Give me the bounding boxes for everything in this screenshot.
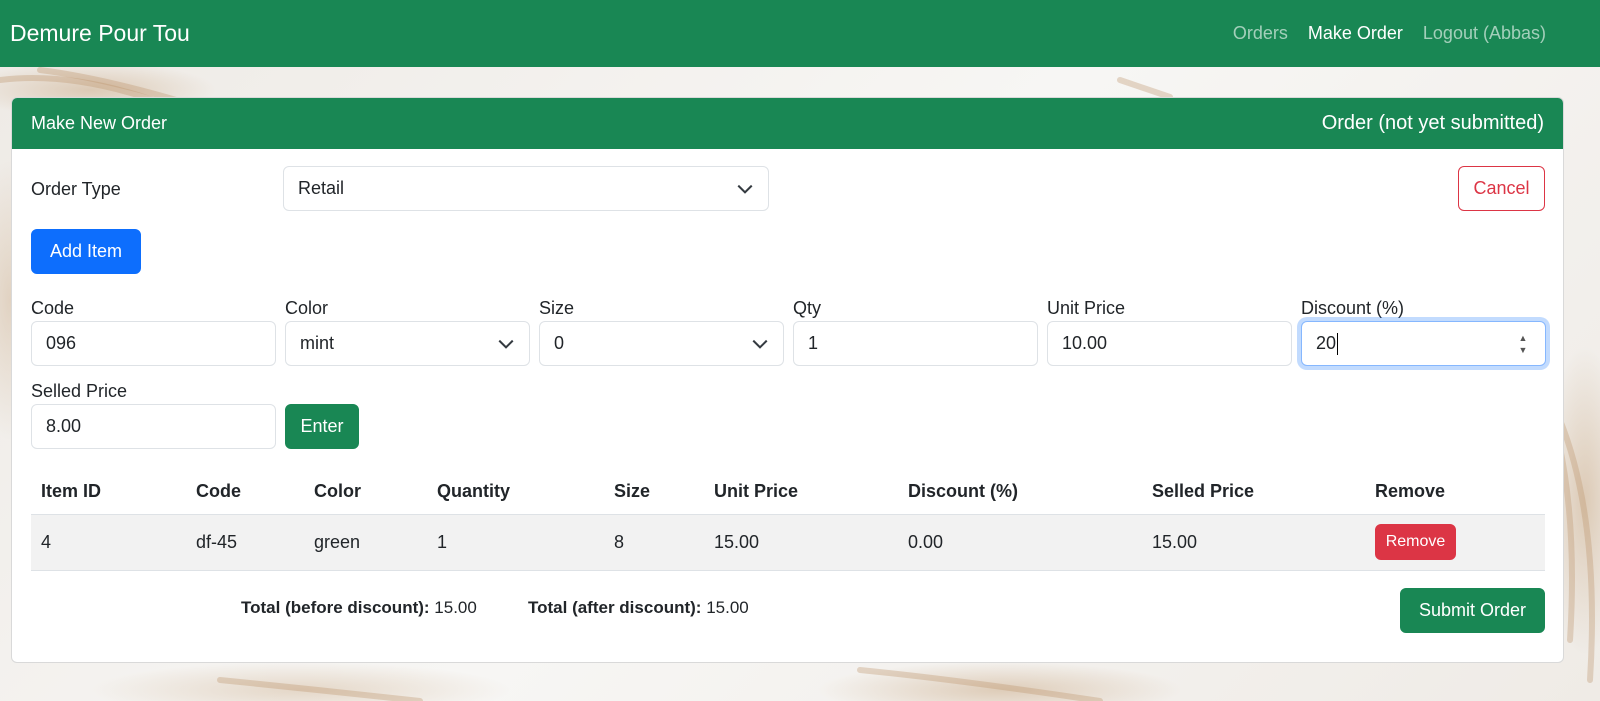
column-header: Discount (%) (898, 470, 1142, 515)
discount-input[interactable]: 20 ▲ ▼ (1301, 321, 1546, 366)
top-navbar: Demure Pour Tou Orders Make Order Logout… (0, 0, 1600, 67)
total-before-discount: Total (before discount): 15.00 (241, 598, 477, 618)
total-before-value: 15.00 (434, 598, 477, 617)
selled-price-label: Selled Price (31, 381, 128, 401)
spinner-arrows-icon[interactable]: ▲ ▼ (1517, 332, 1529, 356)
code-input[interactable]: 096 (31, 321, 276, 366)
size-label: Size (539, 298, 575, 318)
submit-order-button[interactable]: Submit Order (1400, 588, 1545, 633)
nav-link-orders[interactable]: Orders (1223, 23, 1298, 44)
text-caret (1337, 332, 1339, 355)
chevron-down-icon (737, 184, 753, 194)
qty-input[interactable]: 1 (793, 321, 1038, 366)
discount-value: 20 (1316, 333, 1337, 353)
nav-links: Orders Make Order Logout (Abbas) (1223, 23, 1556, 44)
color-select[interactable]: mint (285, 321, 530, 366)
cell-discount: 0.00 (898, 514, 1142, 571)
order-items-table: Item ID Code Color Quantity Size Unit Pr… (31, 470, 1545, 571)
brand-logo[interactable]: Demure Pour Tou (10, 20, 190, 47)
table-row: 4 df-45 green 1 8 15.00 0.00 15.00 Remov… (31, 514, 1545, 571)
cell-code: df-45 (186, 514, 304, 571)
make-order-card: Make New Order Order (not yet submitted)… (11, 97, 1564, 663)
column-header: Unit Price (704, 470, 898, 515)
enter-button[interactable]: Enter (285, 404, 359, 449)
cell-remove: Remove (1365, 514, 1545, 571)
color-value: mint (300, 333, 335, 353)
column-header: Remove (1365, 470, 1545, 515)
column-header: Quantity (427, 470, 604, 515)
remove-button[interactable]: Remove (1375, 524, 1456, 560)
cell-unit-price: 15.00 (704, 514, 898, 571)
chevron-down-icon (752, 339, 768, 349)
table-header-row: Item ID Code Color Quantity Size Unit Pr… (31, 470, 1545, 515)
selled-price-input[interactable]: 8.00 (31, 404, 276, 449)
cell-item-id: 4 (31, 514, 186, 571)
unit-price-input[interactable]: 10.00 (1047, 321, 1292, 366)
order-status: Order (not yet submitted) (1321, 112, 1544, 134)
order-type-select[interactable]: Retail (283, 166, 769, 211)
total-before-label: Total (before discount): (241, 598, 430, 617)
cell-color: green (304, 514, 427, 571)
cancel-button[interactable]: Cancel (1458, 166, 1545, 211)
total-after-label: Total (after discount): (528, 598, 702, 617)
column-header: Size (604, 470, 704, 515)
nav-link-make-order[interactable]: Make Order (1298, 23, 1413, 44)
color-label: Color (285, 298, 329, 318)
qty-label: Qty (793, 298, 822, 318)
total-after-value: 15.00 (706, 598, 749, 617)
column-header: Code (186, 470, 304, 515)
size-select[interactable]: 0 (539, 321, 784, 366)
cell-size: 8 (604, 514, 704, 571)
card-title: Make New Order (31, 113, 168, 133)
cell-selled-price: 15.00 (1142, 514, 1365, 571)
card-header: Make New Order Order (not yet submitted) (12, 98, 1563, 149)
add-item-button[interactable]: Add Item (31, 229, 141, 274)
discount-label: Discount (%) (1301, 298, 1405, 318)
column-header: Color (304, 470, 427, 515)
column-header: Selled Price (1142, 470, 1365, 515)
chevron-down-icon (498, 339, 514, 349)
nav-link-logout[interactable]: Logout (Abbas) (1413, 23, 1556, 44)
cell-quantity: 1 (427, 514, 604, 571)
order-type-label: Order Type (31, 179, 121, 199)
size-value: 0 (554, 333, 565, 353)
column-header: Item ID (31, 470, 186, 515)
total-after-discount: Total (after discount): 15.00 (528, 598, 749, 618)
code-label: Code (31, 298, 75, 318)
order-type-value: Retail (298, 178, 345, 198)
unit-price-label: Unit Price (1047, 298, 1126, 318)
